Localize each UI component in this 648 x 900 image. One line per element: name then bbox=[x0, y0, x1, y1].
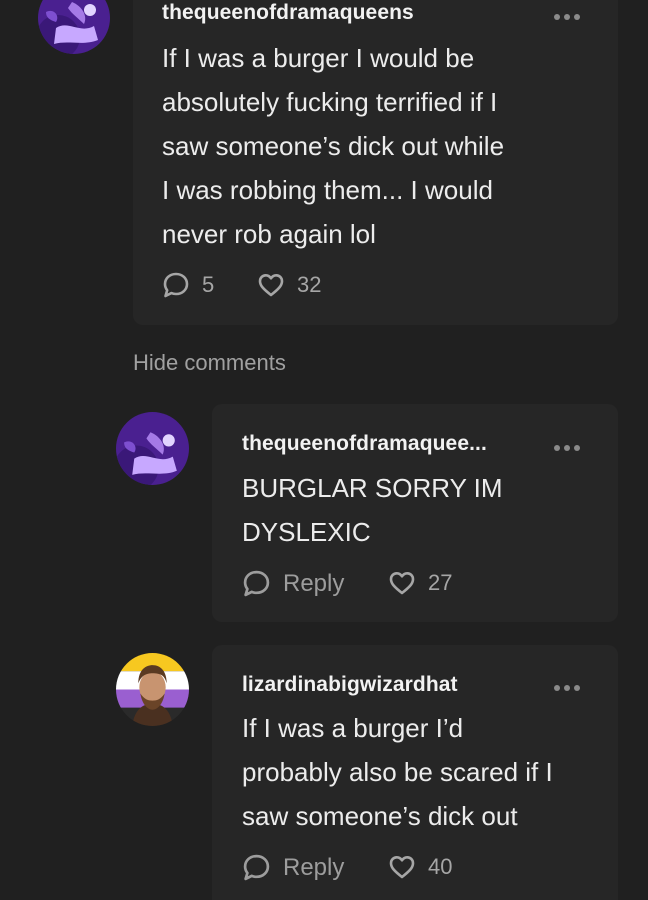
heart-icon bbox=[389, 572, 415, 595]
post-text-line: saw someone’s dick out while bbox=[162, 131, 505, 161]
more-dot-icon bbox=[554, 14, 560, 20]
comment-text-line: saw someone’s dick out bbox=[242, 801, 518, 831]
comment-text-line: DYSLEXIC bbox=[242, 517, 371, 547]
comments-screen: thequeenofdramaqueens If I was a burger … bbox=[0, 0, 648, 900]
more-dot-icon bbox=[554, 445, 560, 451]
hide-comments-link[interactable]: Hide comments bbox=[133, 350, 286, 376]
likes-count: 40 bbox=[428, 854, 453, 879]
comment-text: BURGLAR SORRY IM DYSLEXIC bbox=[242, 466, 503, 554]
speech-bubble-icon bbox=[243, 570, 270, 597]
speech-bubble-icon bbox=[243, 854, 270, 881]
comment-text-line: BURGLAR SORRY IM bbox=[242, 473, 503, 503]
more-dot-icon bbox=[554, 685, 560, 691]
more-dot-icon bbox=[574, 14, 580, 20]
comment-reply-button[interactable]: Reply bbox=[242, 569, 344, 598]
post-author-avatar[interactable] bbox=[38, 0, 110, 54]
comment-reply-button[interactable]: Reply bbox=[242, 853, 344, 882]
comment-text-line: probably also be scared if I bbox=[242, 757, 553, 787]
speech-bubble-icon bbox=[163, 272, 189, 298]
more-dot-icon bbox=[564, 14, 570, 20]
post-text-line: If I was a burger I would be bbox=[162, 43, 475, 73]
more-dot-icon bbox=[574, 685, 580, 691]
replies-count: 5 bbox=[202, 272, 215, 297]
comment-more-options[interactable] bbox=[554, 445, 580, 451]
post-text-line: never rob again lol bbox=[162, 219, 376, 249]
comment-more-options[interactable] bbox=[554, 685, 580, 691]
post-more-options[interactable] bbox=[554, 14, 580, 20]
post-text-line: absolutely fucking terrified if I bbox=[162, 87, 498, 117]
more-dot-icon bbox=[574, 445, 580, 451]
likes-count: 32 bbox=[297, 272, 322, 297]
likes-count: 27 bbox=[428, 570, 453, 595]
comment-author-avatar[interactable] bbox=[116, 412, 189, 485]
post-username[interactable]: thequeenofdramaqueens bbox=[162, 1, 414, 25]
post-replies-button[interactable]: 5 bbox=[162, 271, 214, 299]
post-text-line: I was robbing them... I would bbox=[162, 175, 493, 205]
reply-label: Reply bbox=[283, 569, 345, 597]
more-dot-icon bbox=[564, 445, 570, 451]
more-dot-icon bbox=[564, 685, 570, 691]
comment-username[interactable]: lizardinabigwizardhat bbox=[242, 673, 458, 697]
purple-abstract-avatar-icon bbox=[38, 0, 110, 54]
comment-like-button[interactable]: 40 bbox=[388, 853, 452, 881]
heart-icon bbox=[258, 274, 284, 297]
comment-username[interactable]: thequeenofdramaquee... bbox=[242, 432, 487, 456]
bearded-man-pride-flag-avatar-icon bbox=[116, 653, 189, 726]
reply-label: Reply bbox=[283, 853, 345, 881]
comment-text: If I was a burger I’d probably also be s… bbox=[242, 706, 553, 838]
comment-like-button[interactable]: 27 bbox=[388, 569, 452, 597]
heart-icon bbox=[389, 856, 415, 879]
comment-text-line: If I was a burger I’d bbox=[242, 713, 464, 743]
purple-abstract-avatar-icon bbox=[116, 412, 189, 485]
comment-author-avatar[interactable] bbox=[116, 653, 189, 726]
post-text: If I was a burger I would be absolutely … bbox=[162, 36, 504, 256]
post-like-button[interactable]: 32 bbox=[257, 271, 321, 299]
